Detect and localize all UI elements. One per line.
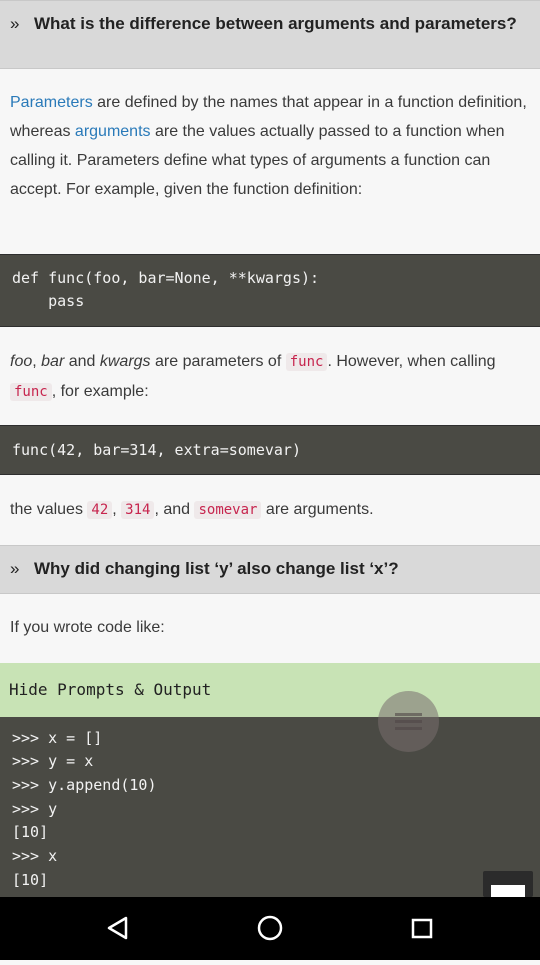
- navigation-bar: [0, 897, 540, 960]
- code-line: >>> y: [12, 800, 58, 818]
- hide-prompts-toggle[interactable]: Hide Prompts & Output: [0, 663, 540, 717]
- text: , and: [154, 501, 195, 518]
- question-header-1[interactable]: » What is the difference between argumen…: [0, 0, 540, 69]
- param-name: bar: [41, 353, 65, 370]
- code-line: >>> x: [12, 847, 58, 865]
- expand-chevron-icon: »: [10, 559, 20, 578]
- question-title: Why did changing list ‘y’ also change li…: [34, 559, 399, 578]
- code-line: pass: [12, 292, 85, 310]
- code-line: >>> y = x: [12, 752, 94, 770]
- text: ,: [32, 353, 42, 370]
- toggle-label: Hide Prompts & Output: [9, 680, 212, 699]
- intro-paragraph: Parameters are defined by the names that…: [10, 88, 528, 204]
- arguments-paragraph: the values 42, 314, and somevar are argu…: [10, 495, 528, 525]
- parameters-paragraph: foo, bar and kwargs are parameters of fu…: [10, 347, 528, 407]
- text: are parameters of: [150, 353, 286, 370]
- back-icon[interactable]: [73, 897, 163, 960]
- code-block-call: func(42, bar=314, extra=somevar): [0, 425, 540, 475]
- inline-code: func: [285, 353, 328, 371]
- inline-code: somevar: [194, 501, 262, 519]
- code-block-definition: def func(foo, bar=None, **kwargs): pass: [0, 254, 540, 327]
- code-line: >>> x = []: [12, 729, 103, 747]
- inline-code: func: [10, 383, 52, 401]
- text: and: [64, 353, 100, 370]
- code-line: def func(foo, bar=None, **kwargs):: [12, 269, 320, 287]
- text: are arguments.: [261, 501, 374, 518]
- inline-code: 314: [121, 501, 155, 519]
- param-name: foo: [10, 353, 33, 370]
- menu-icon[interactable]: [378, 691, 439, 752]
- inline-code: 42: [87, 501, 113, 519]
- parameters-link[interactable]: Parameters: [10, 94, 93, 111]
- arguments-link[interactable]: arguments: [75, 123, 151, 140]
- question-title: What is the difference between arguments…: [34, 14, 517, 33]
- text: , for example:: [51, 383, 149, 400]
- code-line: func(42, bar=314, extra=somevar): [12, 441, 301, 459]
- code-line: >>> y.append(10): [12, 776, 157, 794]
- text: the values: [10, 501, 88, 518]
- code-intro-paragraph: If you wrote code like:: [10, 619, 165, 636]
- code-line: [10]: [12, 871, 49, 889]
- text: ,: [112, 501, 122, 518]
- param-name: kwargs: [99, 353, 151, 370]
- text: . However, when calling: [327, 353, 496, 370]
- code-line: [10]: [12, 823, 49, 841]
- window-icon[interactable]: [483, 871, 533, 897]
- code-block-example: >>> x = [] >>> y = x >>> y.append(10) >>…: [0, 717, 540, 897]
- home-icon[interactable]: [225, 897, 315, 960]
- recents-icon[interactable]: [377, 897, 467, 960]
- question-header-2[interactable]: » Why did changing list ‘y’ also change …: [0, 545, 540, 594]
